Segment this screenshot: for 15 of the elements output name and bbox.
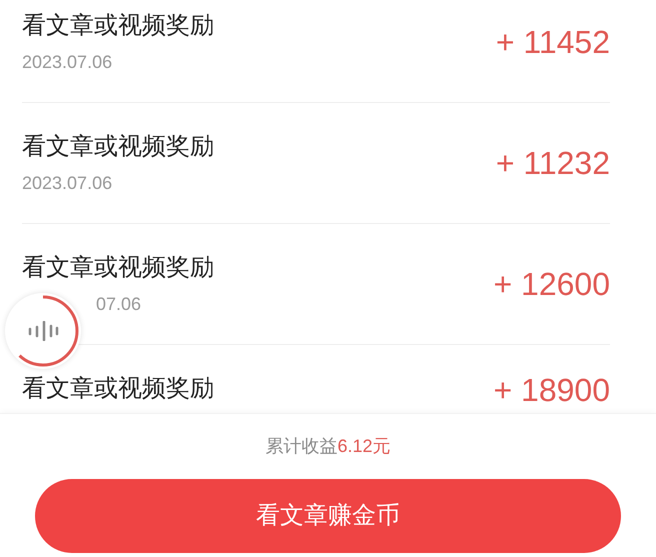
record-date: 07.06 — [96, 293, 142, 315]
earn-coins-button[interactable]: 看文章赚金币 — [35, 479, 621, 553]
earnings-value: 6.12元 — [337, 435, 391, 458]
record-title: 看文章或视频奖励 — [22, 253, 214, 283]
record-title: 看文章或视频奖励 — [22, 11, 214, 41]
record-date: 2023.07.06 — [22, 51, 114, 73]
earnings-label: 累计收益 — [265, 435, 338, 458]
record-title: 看文章或视频奖励 — [22, 132, 214, 162]
record-title: 看文章或视频奖励 — [22, 374, 214, 404]
reward-amount: + 12600 — [493, 266, 610, 302]
reward-amount: + 11452 — [496, 24, 610, 60]
record-date: 2023.07.06 — [22, 172, 114, 194]
sound-wave-icon — [27, 321, 59, 341]
reward-amount: + 11232 — [496, 145, 610, 181]
reward-amount: + 18900 — [493, 372, 610, 408]
